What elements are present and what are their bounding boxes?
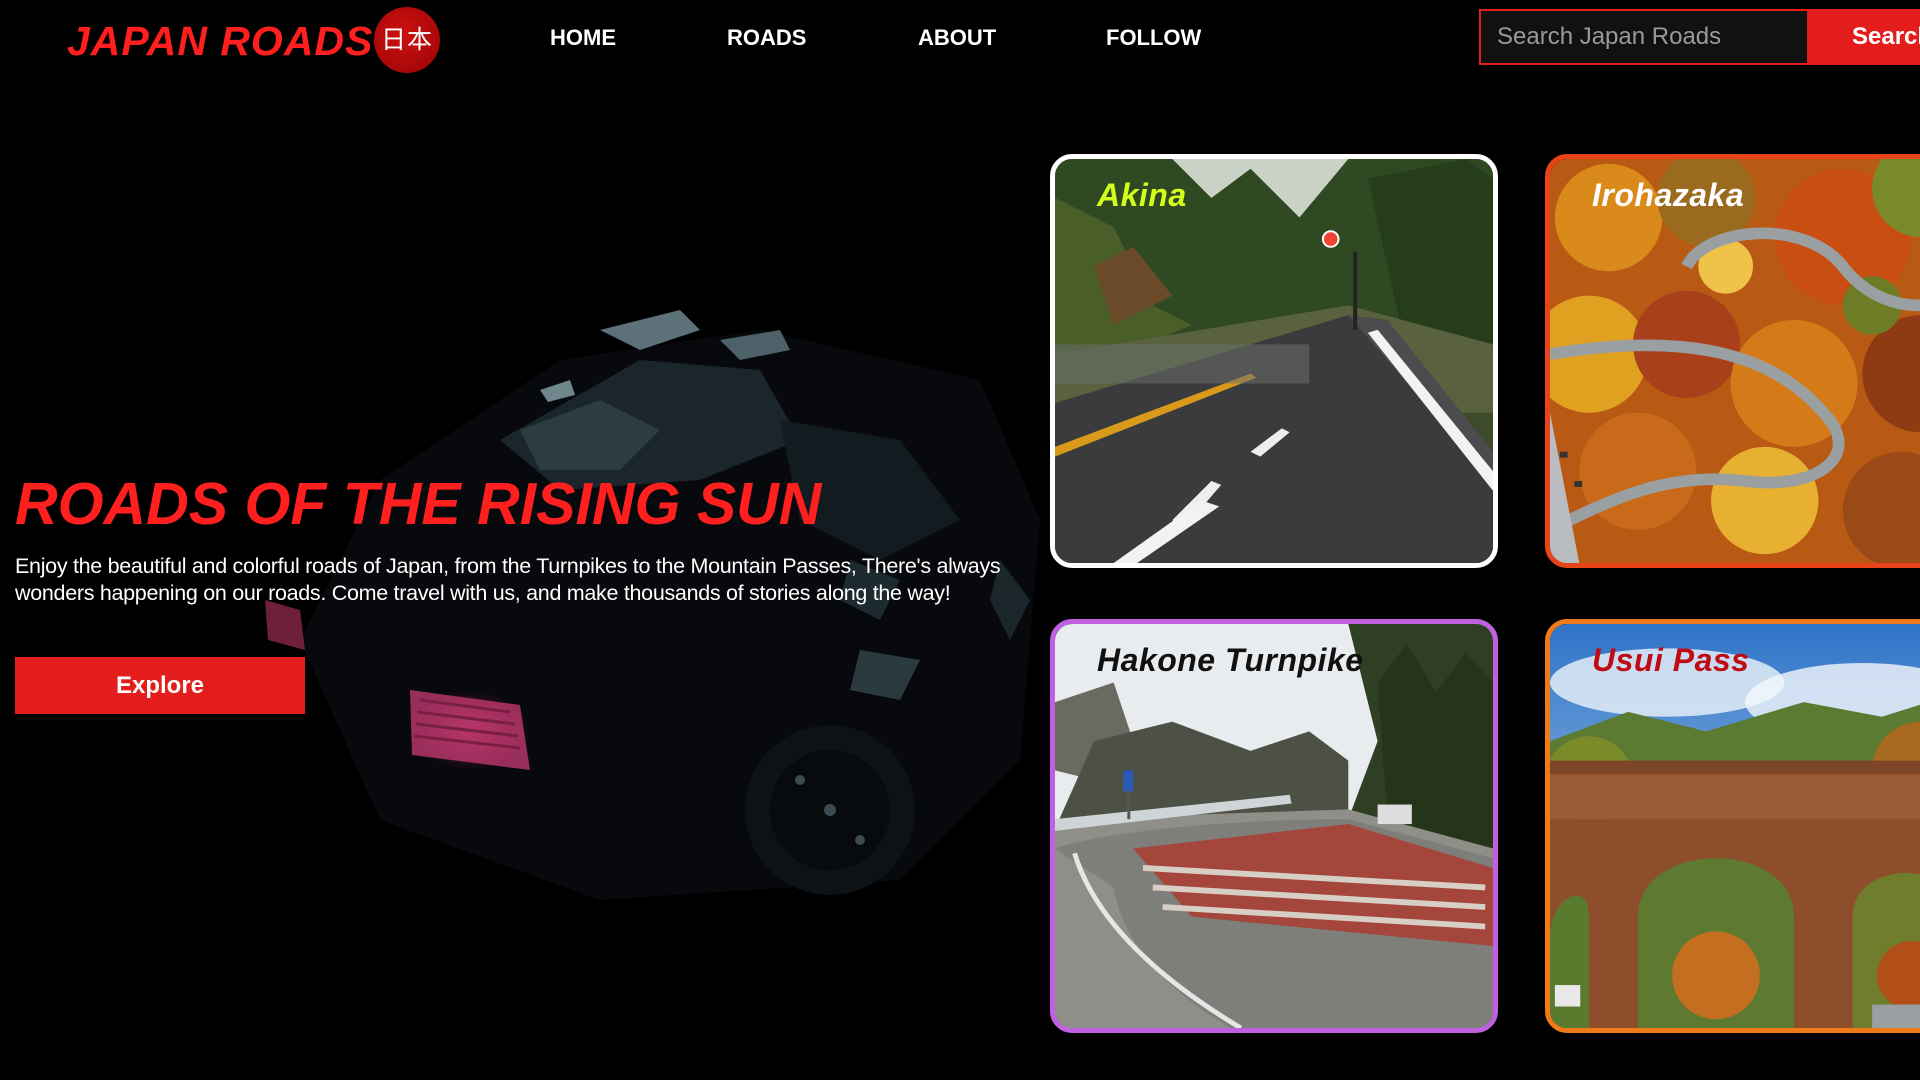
logo-badge: 日本 (374, 7, 440, 73)
top-navigation-bar: JAPAN ROADS 日本 HOME ROADS ABOUT FOLLOW S… (0, 0, 1920, 80)
site-logo[interactable]: JAPAN ROADS (67, 18, 373, 65)
search-input[interactable] (1479, 9, 1809, 65)
hakone-turnpike-road-photo (1055, 624, 1493, 1028)
card-title-akina: Akina (1097, 177, 1187, 213)
akina-road-photo (1055, 159, 1493, 563)
hero-description: Enjoy the beautiful and colorful roads o… (15, 554, 1001, 605)
card-title-usui-pass: Usui Pass (1592, 642, 1750, 678)
nav-home[interactable]: HOME (550, 25, 616, 51)
road-card-akina[interactable]: Akina (1050, 154, 1498, 568)
card-title-hakone-turnpike: Hakone Turnpike (1097, 642, 1364, 678)
nav-about[interactable]: ABOUT (918, 25, 996, 51)
road-card-irohazaka[interactable]: Irohazaka (1545, 154, 1920, 568)
explore-button[interactable]: Explore (15, 657, 305, 714)
road-card-usui-pass[interactable]: Usui Pass (1545, 619, 1920, 1033)
card-title-irohazaka: Irohazaka (1592, 177, 1745, 213)
nav-roads[interactable]: ROADS (727, 25, 806, 51)
road-card-hakone-turnpike[interactable]: Hakone Turnpike (1050, 619, 1498, 1033)
page: JAPAN ROADS 日本 HOME ROADS ABOUT FOLLOW S… (0, 0, 1920, 1080)
hero-title: ROADS OF THE RISING SUN (15, 471, 822, 537)
nav-follow[interactable]: FOLLOW (1106, 25, 1201, 51)
usui-pass-bridge-photo (1550, 624, 1920, 1028)
irohazaka-road-photo (1550, 159, 1920, 563)
search-button[interactable]: Search (1809, 9, 1920, 65)
